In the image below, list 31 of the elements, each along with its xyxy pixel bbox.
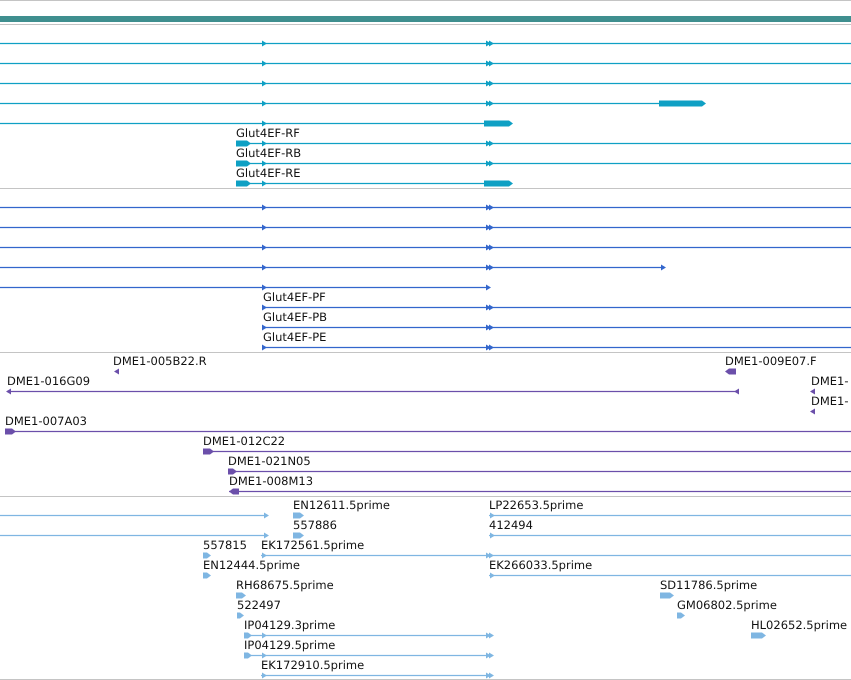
- feature-label: HL02652.5prime: [751, 618, 848, 632]
- feature-label: Glut4EF-RB: [236, 146, 302, 160]
- feature-label: DME1-012C22: [203, 434, 286, 448]
- feature-label: DME1-005B22.R: [113, 354, 207, 368]
- feature-label: DME1-: [811, 394, 849, 408]
- feature-label: Glut4EF-PB: [263, 310, 328, 324]
- feature-label: SD11786.5prime: [660, 578, 758, 592]
- feature-label: DME1-016G09: [7, 374, 90, 388]
- feature-label: DME1-021N05: [228, 454, 311, 468]
- feature-label: Glut4EF-RF: [236, 126, 300, 140]
- feature-label: RH68675.5prime: [236, 578, 334, 592]
- feature-label: EN12611.5prime: [293, 498, 390, 512]
- feature-label: Glut4EF-PE: [263, 330, 326, 344]
- feature-label: DME1-: [811, 374, 849, 388]
- feature-label: EK172561.5prime: [261, 538, 364, 552]
- feature-label: 557886: [293, 518, 337, 532]
- feature-label: Glut4EF-PF: [263, 290, 326, 304]
- feature-label: DME1-008M13: [229, 474, 314, 488]
- feature-label: LP22653.5prime: [489, 498, 584, 512]
- feature-label: 522497: [237, 598, 281, 612]
- feature-label: IP04129.3prime: [244, 618, 336, 632]
- feature-label: IP04129.5prime: [244, 638, 336, 652]
- feature-label: 412494: [489, 518, 533, 532]
- feature-label: GM06802.5prime: [677, 598, 777, 612]
- feature-label: EK266033.5prime: [489, 558, 592, 572]
- feature-label: EN12444.5prime: [203, 558, 300, 572]
- feature-label: 557815: [203, 538, 247, 552]
- feature-label: DME1-009E07.F: [725, 354, 817, 368]
- feature-label: DME1-007A03: [5, 414, 87, 428]
- feature-label: EK172910.5prime: [261, 658, 364, 672]
- feature-label: Glut4EF-RE: [236, 166, 301, 180]
